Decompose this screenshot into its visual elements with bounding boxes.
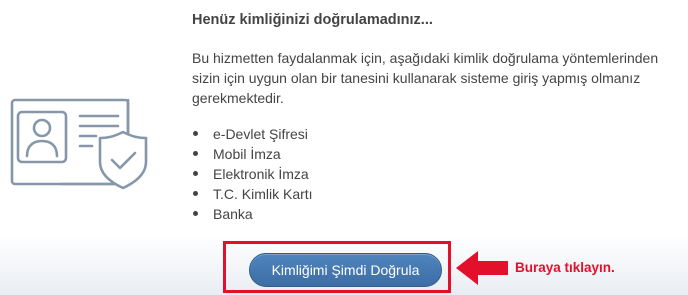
red-arrow-left-icon xyxy=(456,251,508,285)
method-label: Elektronik İmza xyxy=(213,166,309,182)
bullet-icon xyxy=(193,211,198,216)
verification-methods-list: e-Devlet Şifresi Mobil İmza Elektronik İ… xyxy=(192,124,313,224)
method-label: T.C. Kimlik Kartı xyxy=(213,186,313,202)
method-item-edevlet: e-Devlet Şifresi xyxy=(192,124,313,144)
method-item-mobile-signature: Mobil İmza xyxy=(192,144,313,164)
click-here-hint: Buraya tıklayın. xyxy=(515,260,615,275)
method-label: Banka xyxy=(213,206,253,222)
notice-description: Bu hizmetten faydalanmak için, aşağıdaki… xyxy=(192,50,659,106)
method-item-e-signature: Elektronik İmza xyxy=(192,164,313,184)
method-label: Mobil İmza xyxy=(213,146,281,162)
verify-identity-button[interactable]: Kimliğimi Şimdi Doğrula xyxy=(249,253,442,287)
method-item-id-card: T.C. Kimlik Kartı xyxy=(192,184,313,204)
id-card-shield-icon xyxy=(10,98,148,190)
method-item-bank: Banka xyxy=(192,204,313,224)
method-label: e-Devlet Şifresi xyxy=(213,126,308,142)
bullet-icon xyxy=(193,151,198,156)
notice-title: Henüz kimliğinizi doğrulamadınız... xyxy=(192,12,433,28)
bullet-icon xyxy=(193,171,198,176)
bullet-icon xyxy=(193,191,198,196)
bullet-icon xyxy=(193,131,198,136)
